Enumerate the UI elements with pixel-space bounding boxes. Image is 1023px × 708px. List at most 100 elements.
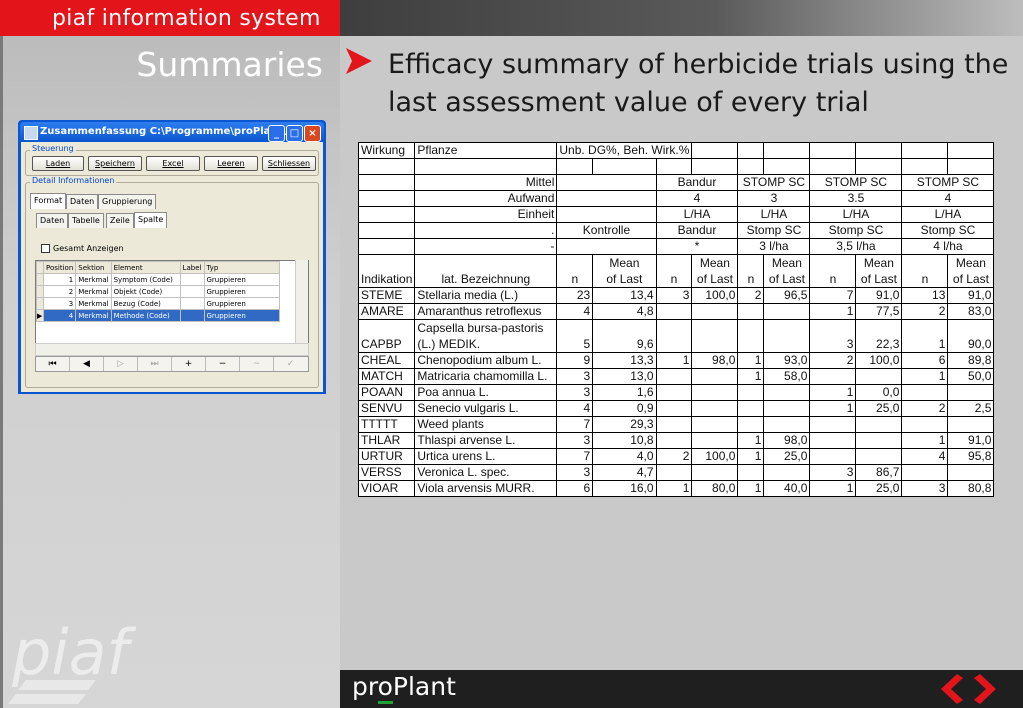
laden-button[interactable]: Laden (32, 156, 84, 171)
next-slide-icon[interactable] (970, 672, 1006, 706)
add-record-icon[interactable]: + (172, 357, 206, 371)
row-selector[interactable]: ▶ (36, 309, 44, 322)
grid-cell[interactable]: 1 (42, 273, 77, 286)
grid-row[interactable]: ▶ 4 Merkmal Methode (Code) Gruppieren (36, 309, 280, 322)
edit-record-icon[interactable]: ~ (240, 357, 274, 371)
minimize-icon[interactable]: _ (268, 125, 285, 142)
grid-cell[interactable]: Merkmal (75, 273, 112, 286)
grid-header[interactable]: Label (179, 261, 205, 274)
value-cell: 2 (809, 352, 857, 369)
of-last-label: of Last (696, 272, 733, 286)
tab-gruppierung[interactable]: Gruppierung (98, 194, 157, 209)
subtab-zeile[interactable]: Zeile (106, 213, 134, 228)
grid-cell[interactable]: Symptom (Code) (110, 273, 181, 286)
close-icon[interactable]: × (304, 125, 321, 142)
maximize-icon[interactable]: □ (286, 125, 303, 142)
grid-header[interactable]: Element (110, 261, 181, 274)
group-cell: 4 (901, 190, 995, 207)
group-cell: STOMP SC (901, 174, 995, 191)
row-selector[interactable] (36, 297, 44, 310)
grid-cell[interactable] (179, 285, 205, 298)
value-cell: 2,5 (947, 400, 995, 417)
top-bar (340, 0, 1023, 36)
prev-record-icon[interactable]: ◀ (70, 357, 104, 371)
value-cell (655, 464, 693, 481)
tab-daten[interactable]: Daten (66, 194, 99, 209)
grid-header[interactable]: Position (42, 261, 77, 274)
checkbox-label: Gesamt Anzeigen (53, 244, 124, 253)
value-cell: 4 (901, 448, 949, 465)
value-cell (809, 368, 857, 385)
value-cell (691, 368, 739, 385)
subtab-tabelle[interactable]: Tabelle (68, 213, 104, 228)
excel-button[interactable]: Excel (146, 156, 200, 171)
table-row: MATCH Matricaria chamomilla L. 3 13,0 1 58,0 1… (357, 368, 995, 385)
value-cell: 0,0 (855, 384, 903, 401)
checkbox-box[interactable] (41, 244, 50, 253)
grid-row[interactable]: 3 Merkmal Bezug (Code) Gruppieren (36, 297, 280, 310)
value-cell: 16,0 (592, 480, 657, 497)
value-cell (655, 303, 693, 320)
first-record-icon[interactable]: ⏮ (36, 357, 70, 371)
grid-row[interactable]: 1 Merkmal Symptom (Code) Gruppieren (36, 273, 280, 286)
next-record-icon[interactable]: ▷ (104, 357, 138, 371)
value-cell: 3 (556, 384, 594, 401)
row-selector[interactable] (36, 273, 44, 286)
value-cell: 3 (901, 480, 949, 497)
schliessen-button[interactable]: Schliessen (262, 156, 316, 171)
svg-text:piaf: piaf (11, 616, 137, 689)
grid-header[interactable]: Typ (203, 261, 280, 274)
subtab-spalte[interactable]: Spalte (134, 212, 168, 228)
previous-slide-icon[interactable] (931, 672, 967, 706)
grid-cell[interactable] (179, 273, 205, 286)
delete-record-icon[interactable]: − (206, 357, 240, 371)
gesamt-anzeigen-checkbox[interactable]: Gesamt Anzeigen (41, 244, 124, 253)
row-selector[interactable] (36, 285, 44, 298)
grid-cell[interactable]: 4 (42, 309, 77, 322)
table-row: CHEAL Chenopodium album L. 9 13,3 1 98,0 1 93,0… (357, 352, 995, 369)
tab-format[interactable]: Format (30, 193, 67, 209)
group-cell: Kontrolle (556, 222, 657, 239)
dialog-titlebar[interactable]: Zusammenfassung C:\Programme\proPlant\..… (20, 122, 324, 142)
app-icon (24, 126, 38, 140)
dialog-body: Steuerung Laden Speichern Excel Leeren S… (21, 142, 323, 392)
grid-vertical-scrollbar[interactable] (295, 260, 308, 344)
grid-cell[interactable] (179, 309, 205, 322)
indikation-cell: STEME (357, 287, 416, 304)
header-cell (357, 174, 416, 191)
column-header: Indikation (357, 254, 416, 288)
grid-cell[interactable]: Gruppieren (203, 273, 280, 286)
grid-cell[interactable]: Gruppieren (203, 297, 280, 310)
grid-cell[interactable]: Merkmal (75, 285, 112, 298)
grid-cell[interactable]: Merkmal (75, 297, 112, 310)
detail-label: Detail Informationen (30, 176, 117, 185)
column-grid[interactable]: Position Sektion Element Label Typ 1 Merk… (35, 260, 309, 346)
grid-header[interactable]: Sektion (75, 261, 112, 274)
header-cell (763, 158, 811, 175)
species-cell: Weed plants (414, 416, 558, 433)
table-row: SENVU Senecio vulgaris L. 4 0,9 1 25,0 2 2,5 (357, 400, 995, 417)
grid-cell[interactable]: 2 (42, 285, 77, 298)
grid-cell[interactable]: Merkmal (75, 309, 112, 322)
value-cell: 4 (556, 303, 594, 320)
grid-cell[interactable]: 3 (42, 297, 77, 310)
leeren-button[interactable]: Leeren (204, 156, 258, 171)
grid-cell[interactable]: Bezug (Code) (110, 297, 181, 310)
grid-cell[interactable]: Gruppieren (203, 285, 280, 298)
post-record-icon[interactable]: ✓ (274, 357, 307, 371)
grid-cell[interactable]: Gruppieren (203, 309, 280, 322)
group-cell (556, 174, 657, 191)
grid-cell[interactable] (179, 297, 205, 310)
subtab-daten[interactable]: Daten (36, 213, 69, 228)
last-record-icon[interactable]: ⏭ (138, 357, 172, 371)
grid-horizontal-scrollbar[interactable] (35, 343, 309, 356)
value-cell: 58,0 (763, 368, 811, 385)
grid-cell[interactable]: Objekt (Code) (110, 285, 181, 298)
value-cell: 4,7 (592, 464, 657, 481)
value-cell: 50,0 (947, 368, 995, 385)
mean-label: Mean (771, 256, 802, 270)
speichern-button[interactable]: Speichern (88, 156, 142, 171)
grid-cell[interactable]: Methode (Code) (110, 309, 181, 322)
group-cell: Stomp SC (737, 222, 811, 239)
grid-row[interactable]: 2 Merkmal Objekt (Code) Gruppieren (36, 285, 280, 298)
